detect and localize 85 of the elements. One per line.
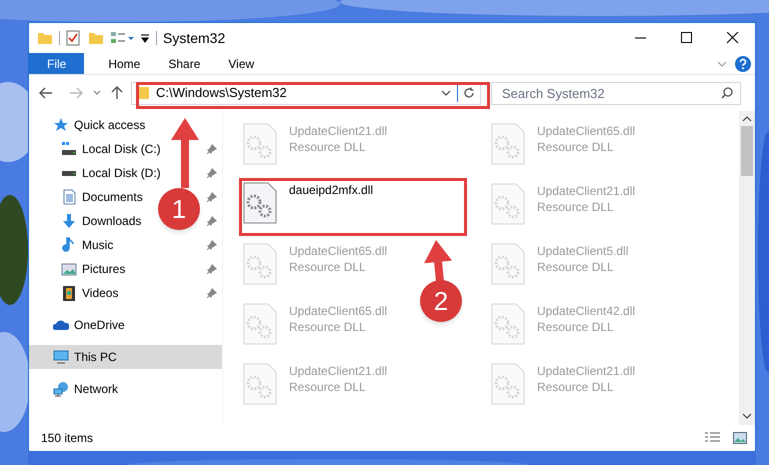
address-path: C:\Windows\System32 [156, 84, 287, 102]
nav-item[interactable]: Local Disk (C:) [29, 137, 222, 161]
thumbnail-view-icon[interactable] [733, 432, 747, 444]
file-name: daueipd2mfx.dll [289, 182, 374, 198]
details-view-icon[interactable] [705, 432, 721, 444]
refresh-icon[interactable] [463, 87, 475, 99]
file-name: UpdateClient65.dll [289, 243, 388, 259]
up-icon[interactable] [111, 86, 123, 100]
monitor-icon [53, 349, 69, 365]
file-name: UpdateClient21.dll [289, 363, 388, 379]
nav-item[interactable]: Network [29, 377, 222, 401]
document-icon [61, 189, 77, 205]
nav-item[interactable]: Music [29, 233, 222, 257]
file-name: UpdateClient65.dll [537, 123, 636, 139]
arrow [424, 240, 452, 282]
file-type: Resource DLL [537, 319, 615, 335]
arrow [171, 118, 199, 188]
maximize-icon[interactable] [681, 32, 693, 44]
gear-file-icon [491, 183, 525, 225]
pin-icon[interactable] [207, 192, 217, 202]
pin-icon[interactable] [207, 288, 217, 298]
gear-file-icon [243, 303, 277, 345]
file-type: Resource DLL [537, 379, 615, 395]
file-type: Resource DLL [537, 199, 615, 215]
file-type: Resource DLL [537, 139, 615, 155]
window-title: System32 [163, 28, 226, 48]
nav-item[interactable]: Quick access [29, 113, 222, 137]
back-icon[interactable] [39, 87, 53, 99]
ribbon-tab[interactable]: View [214, 53, 268, 74]
gear-file-icon [491, 243, 525, 285]
pin-icon[interactable] [207, 144, 217, 154]
film-icon [61, 285, 77, 301]
gear-file-icon [243, 243, 277, 285]
file-type: Resource DLL [289, 259, 367, 275]
gear-file-icon [491, 363, 525, 405]
scrollbar[interactable] [739, 111, 755, 425]
gear-file-icon [243, 363, 277, 405]
file-item[interactable]: daueipd2mfx.dll [239, 178, 467, 236]
file-name: UpdateClient21.dll [289, 123, 388, 139]
pin-icon[interactable] [207, 264, 217, 274]
file-type: Resource DLL [289, 379, 367, 395]
chevron-icon[interactable] [717, 60, 727, 68]
file-name: UpdateClient65.dll [289, 303, 388, 319]
item-count: 150 items [41, 430, 94, 447]
properties-icon[interactable] [110, 31, 134, 45]
picture-icon [61, 261, 77, 277]
file-name: UpdateClient42.dll [537, 303, 636, 319]
search-icon [721, 86, 733, 98]
checklist-icon[interactable] [66, 30, 80, 46]
dropdown-icon[interactable] [140, 33, 150, 43]
nav-item[interactable]: OneDrive [29, 313, 222, 337]
gear-file-icon [243, 123, 277, 165]
help-icon[interactable] [735, 56, 751, 72]
scroll-up-icon[interactable] [742, 116, 752, 122]
ribbon-tab[interactable]: File [29, 53, 84, 74]
scroll-down-icon[interactable] [742, 413, 752, 419]
pin-icon[interactable] [207, 240, 217, 250]
file-type: Resource DLL [289, 139, 367, 155]
drive-icon [61, 141, 77, 157]
gear-file-icon [491, 123, 525, 165]
scrollbar-thumb[interactable] [741, 126, 753, 176]
gear-file-icon [491, 303, 525, 345]
down-arrow-icon [61, 213, 77, 229]
network-icon [53, 381, 69, 397]
star-icon [53, 117, 69, 133]
drive-icon [61, 170, 77, 176]
gear-file-icon [243, 182, 277, 224]
pin-icon[interactable] [207, 216, 217, 226]
pin-icon[interactable] [207, 168, 217, 178]
ribbon-tab[interactable]: Home [94, 53, 154, 74]
nav-item[interactable]: This PC [29, 345, 222, 369]
file-name: UpdateClient21.dll [537, 363, 636, 379]
recent-dropdown-icon[interactable] [93, 90, 101, 96]
nav-item[interactable]: Videos [29, 281, 222, 305]
ribbon-tab[interactable]: Share [154, 53, 214, 74]
file-name: UpdateClient5.dll [537, 243, 628, 259]
address-bar[interactable]: C:\Windows\System32 [131, 82, 481, 104]
file-type: Resource DLL [289, 319, 367, 335]
nav-item[interactable]: Pictures [29, 257, 222, 281]
dropdown-icon[interactable] [441, 90, 451, 96]
search-field[interactable]: Search System32 [491, 82, 741, 104]
file-name: UpdateClient21.dll [537, 183, 636, 199]
close-icon[interactable] [727, 32, 739, 44]
nav-item[interactable]: Local Disk (D:) [29, 161, 222, 185]
file-type: Resource DLL [537, 259, 615, 275]
